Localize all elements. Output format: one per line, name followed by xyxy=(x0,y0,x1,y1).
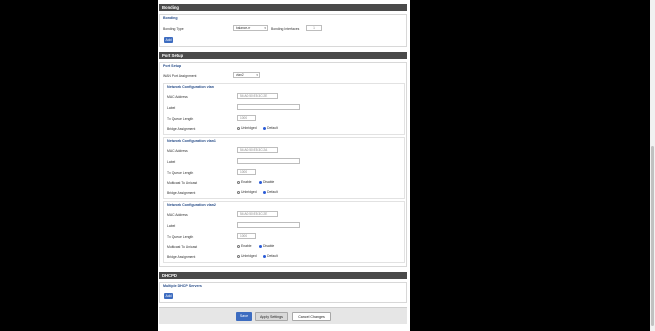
port-setup-section-header: Port Setup xyxy=(159,52,407,59)
label-label: Label xyxy=(167,160,176,164)
label-input[interactable] xyxy=(237,104,300,110)
cancel-changes-button[interactable]: Cancel Changes xyxy=(292,312,331,321)
radio-off-icon xyxy=(237,180,240,184)
radio-off-icon xyxy=(237,244,240,248)
multicast-enable-radio[interactable]: Enable xyxy=(237,244,252,248)
bridge-default-radio[interactable]: Default xyxy=(263,190,278,194)
dhcpd-panel: Multiple DHCP Servers Add xyxy=(159,282,407,303)
mac-address-input[interactable]: 54:A0:50:E5:3C:2E xyxy=(237,211,278,217)
scrollbar-thumb[interactable] xyxy=(651,146,654,326)
tx-queue-label: Tx Queue Length xyxy=(167,235,194,239)
tx-queue-input[interactable]: 1000 xyxy=(237,115,256,121)
network-config-group-vlan1: Network Configuration vlan1 MAC Address … xyxy=(163,137,405,199)
mac-address-input[interactable]: 54:A0:50:E5:3C:2A xyxy=(237,147,278,153)
radio-on-icon xyxy=(263,126,266,130)
multicast-label: Multicast To Unicast xyxy=(167,245,198,249)
label-input[interactable] xyxy=(237,222,300,228)
bridge-unbridged-radio[interactable]: Unbridged xyxy=(237,126,257,130)
radio-off-icon xyxy=(237,126,240,130)
save-button[interactable]: Save xyxy=(236,312,252,321)
port-setup-panel: Port Setup WAN Port Assignment vlan2 ▾ Ne… xyxy=(159,62,407,267)
bridge-unbridged-radio[interactable]: Unbridged xyxy=(237,190,257,194)
bonding-interfaces-input[interactable]: 1 xyxy=(306,25,322,31)
footer-bar: Save Apply Settings Cancel Changes xyxy=(159,307,407,324)
bridge-assignment-label: Bridge Assignment xyxy=(167,255,196,259)
radio-on-icon xyxy=(263,190,266,194)
vertical-scrollbar[interactable] xyxy=(650,0,655,331)
dhcpd-section-header: DHCPD xyxy=(159,272,407,279)
chevron-down-icon: ▾ xyxy=(256,73,258,77)
network-config-group-vlan: Network Configuration vlan MAC Address 5… xyxy=(163,83,405,135)
mac-address-label: MAC Address xyxy=(167,149,188,153)
mac-address-label: MAC Address xyxy=(167,95,188,99)
bonding-type-label: Bonding Type xyxy=(163,27,184,31)
bonding-section-header: Bonding xyxy=(159,4,407,11)
bonding-add-button[interactable]: Add xyxy=(164,37,173,43)
mac-address-input[interactable]: 54:A0:50:E5:3C:2E xyxy=(237,93,278,99)
bonding-type-select[interactable]: balance-rr ▾ xyxy=(233,25,268,31)
group-heading: Network Configuration vlan1 xyxy=(167,139,216,143)
wan-port-label: WAN Port Assignment xyxy=(163,74,197,78)
radio-off-icon xyxy=(237,190,240,194)
port-setup-subtitle: Port Setup xyxy=(163,64,182,68)
label-label: Label xyxy=(167,106,176,110)
chevron-down-icon: ▾ xyxy=(264,26,266,30)
radio-on-icon xyxy=(259,180,262,184)
bonding-subtitle: Bonding xyxy=(163,16,178,20)
bridge-assignment-label: Bridge Assignment xyxy=(167,127,196,131)
multicast-disable-radio[interactable]: Disable xyxy=(259,180,274,184)
network-config-group-vlan2: Network Configuration vlan2 MAC Address … xyxy=(163,201,405,263)
tx-queue-label: Tx Queue Length xyxy=(167,117,194,121)
label-label: Label xyxy=(167,224,176,228)
mac-address-label: MAC Address xyxy=(167,213,188,217)
wan-port-select[interactable]: vlan2 ▾ xyxy=(233,72,260,78)
bridge-default-radio[interactable]: Default xyxy=(263,126,278,130)
group-heading: Network Configuration vlan2 xyxy=(167,203,216,207)
dhcpd-add-button[interactable]: Add xyxy=(164,293,173,299)
bonding-interfaces-label: Bonding Interfaces xyxy=(271,27,300,31)
multicast-label: Multicast To Unicast xyxy=(167,181,198,185)
apply-settings-button[interactable]: Apply Settings xyxy=(255,312,288,321)
tx-queue-input[interactable]: 1000 xyxy=(237,169,256,175)
radio-on-icon xyxy=(263,254,266,258)
dhcpd-subtitle: Multiple DHCP Servers xyxy=(163,284,202,288)
bonding-panel: Bonding Bonding Type balance-rr ▾ Bonding… xyxy=(159,14,407,47)
radio-on-icon xyxy=(259,244,262,248)
label-input[interactable] xyxy=(237,158,300,164)
radio-off-icon xyxy=(237,254,240,258)
multicast-enable-radio[interactable]: Enable xyxy=(237,180,252,184)
bridge-unbridged-radio[interactable]: Unbridged xyxy=(237,254,257,258)
settings-page: Bonding Bonding Bonding Type balance-rr ▾… xyxy=(158,0,410,331)
tx-queue-input[interactable]: 1000 xyxy=(237,233,256,239)
group-heading: Network Configuration vlan xyxy=(167,85,214,89)
multicast-disable-radio[interactable]: Disable xyxy=(259,244,274,248)
bridge-default-radio[interactable]: Default xyxy=(263,254,278,258)
tx-queue-label: Tx Queue Length xyxy=(167,171,194,175)
bridge-assignment-label: Bridge Assignment xyxy=(167,191,196,195)
